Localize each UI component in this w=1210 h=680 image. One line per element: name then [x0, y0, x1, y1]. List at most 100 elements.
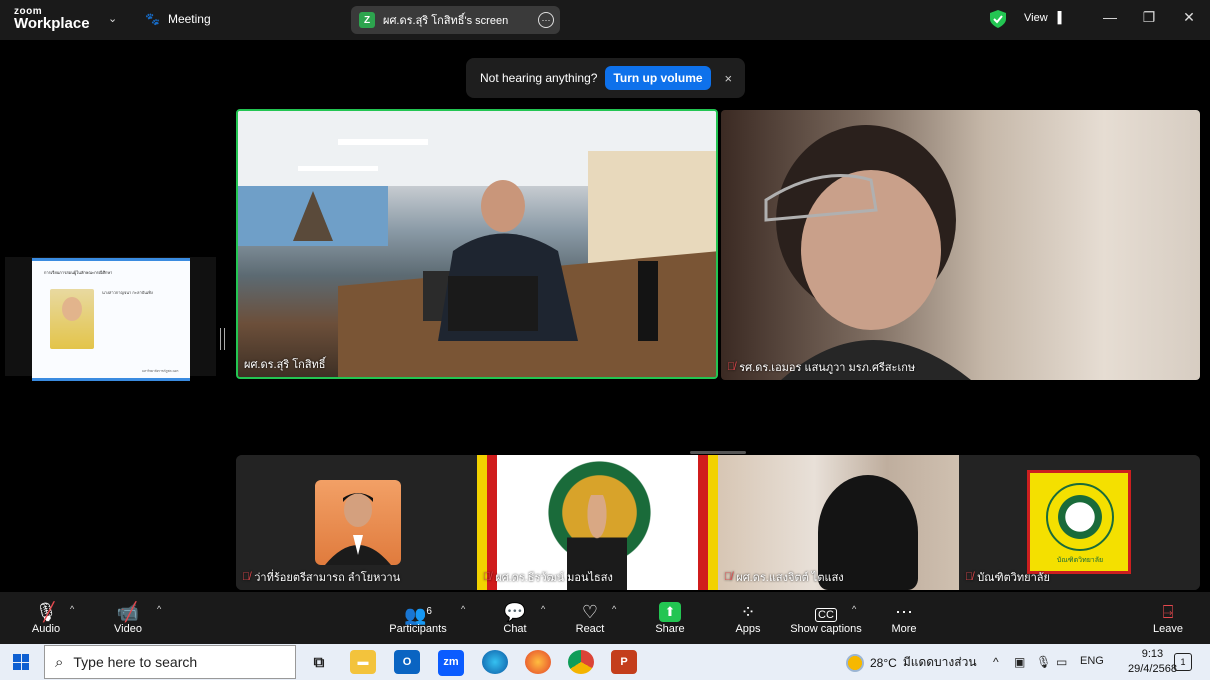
language-indicator[interactable]: ENG — [1080, 655, 1104, 667]
captions-icon: CC — [815, 601, 837, 623]
show-captions-button[interactable]: CC Show captions — [789, 592, 863, 644]
screen-share-label: ผศ.ดร.สุริ โกสิทธิ์'s screen — [383, 15, 509, 27]
video-off-icon: 📹╱ — [116, 602, 140, 622]
leave-icon: ⍈ — [1162, 602, 1174, 622]
notice-text: Not hearing anything? — [480, 71, 598, 85]
more-icon: ⋯ — [895, 602, 913, 622]
view-button[interactable]: View ▐ — [1024, 12, 1061, 24]
chat-options-caret[interactable]: ^ — [541, 604, 545, 614]
powerpoint-icon[interactable]: P — [611, 650, 637, 674]
minimize-icon[interactable]: — — [1100, 9, 1120, 25]
windows-start-icon[interactable] — [13, 654, 29, 670]
screen-share-pill[interactable]: Z ผศ.ดร.สุริ โกสิทธิ์'s screen ··· — [351, 6, 560, 34]
gallery-name-label: 🎙̸ ผศ.ดร.แสงจิตต์ ไตแสง — [724, 568, 844, 586]
react-label: React — [575, 623, 605, 635]
participants-label: Participants — [389, 623, 447, 635]
firefox-icon[interactable] — [525, 650, 551, 674]
gallery-name-text: บัณฑิตวิทยาลัย — [977, 572, 1050, 584]
gallery-strip: 🎙̸ ว่าที่ร้อยตรีสามารถ ลำโยหวาน 🎙̸ ผศ.ดร… — [236, 455, 1200, 590]
weather-temp: 28°C — [870, 655, 897, 670]
share-button[interactable]: ⬆ Share — [653, 592, 687, 644]
chevron-up-icon[interactable]: ^ — [993, 655, 999, 669]
graduate-school-logo: บัณฑิตวิทยาลัย — [1027, 470, 1131, 574]
search-icon: ⌕ — [55, 653, 64, 671]
windows-taskbar: ⌕ Type here to search ⧉ ▬ O zm P 28°C มี… — [0, 644, 1210, 680]
view-label: View — [1024, 12, 1048, 24]
more-options-icon[interactable]: ··· — [538, 12, 554, 28]
react-options-caret[interactable]: ^ — [612, 604, 616, 614]
gallery-tile[interactable]: 🎙̸ ผศ.ดร.ธีรวัฒน์ มอนไธสง — [477, 455, 718, 590]
more-label: More — [891, 623, 917, 635]
gallery-name-label: 🎙̸ ผศ.ดร.ธีรวัฒน์ มอนไธสง — [483, 568, 613, 586]
participants-button[interactable]: 👥6 Participants — [387, 592, 449, 644]
gallery-name-text: ผศ.ดร.แสงจิตต์ ไตแสง — [736, 572, 844, 584]
participant-name-label: 🎙̸ รศ.ดร.เอมอร แสนภูวา มรภ.ศรีสะเกษ — [727, 358, 915, 376]
participant-video-scene — [764, 125, 971, 380]
chat-button[interactable]: 💬 Chat — [500, 592, 530, 644]
microphone-icon[interactable]: 🎙 — [1036, 655, 1051, 669]
notification-icon[interactable]: 1 — [1174, 653, 1192, 671]
more-button[interactable]: ⋯ More — [889, 592, 919, 644]
close-notice-icon[interactable]: × — [725, 71, 733, 86]
mic-muted-icon: 🎙̸ — [727, 361, 736, 373]
resize-handle[interactable] — [220, 328, 225, 350]
audio-notice: Not hearing anything? Turn up volume × — [466, 58, 745, 98]
meeting-toolbar: 🎙╱ Audio ^ 📹╱ Video ^ 👥6 Participants ^ … — [0, 592, 1210, 644]
chevron-down-icon[interactable]: ⌄ — [108, 12, 117, 25]
captions-label: Show captions — [790, 623, 862, 635]
gallery-name-label: 🎙̸ ว่าที่ร้อยตรีสามารถ ลำโยหวาน — [242, 568, 400, 586]
video-tile-participant[interactable]: 🎙̸ รศ.ดร.เอมอร แสนภูวา มรภ.ศรีสะเกษ — [721, 110, 1200, 380]
mic-muted-icon: 🎙̸ — [242, 571, 251, 583]
react-button[interactable]: ♡ React — [574, 592, 606, 644]
weather-desc: มีแดดบางส่วน — [902, 655, 977, 669]
encryption-shield-icon[interactable] — [990, 10, 1006, 28]
avatar-illustration — [325, 493, 391, 565]
speaker-video-scene — [238, 111, 716, 377]
task-view-icon[interactable]: ⧉ — [306, 650, 332, 674]
video-options-caret[interactable]: ^ — [157, 604, 161, 614]
captions-options-caret[interactable]: ^ — [852, 604, 856, 614]
edge-icon[interactable] — [482, 650, 508, 674]
chat-label: Chat — [503, 623, 527, 635]
avatar-photo — [315, 480, 401, 565]
clock[interactable]: 9:13 29/4/2568 — [1128, 647, 1177, 677]
video-tile-active-speaker[interactable]: ผศ.ดร.สุริ โกสิทธิ์ — [236, 109, 718, 379]
weather-widget[interactable]: 28°C มีแดดบางส่วน — [846, 653, 977, 672]
logo-caption: บัณฑิตวิทยาลัย — [1056, 557, 1104, 564]
video-button[interactable]: 📹╱ Video — [110, 592, 146, 644]
apps-icon: ⁘ — [740, 602, 756, 622]
leave-button[interactable]: ⍈ Leave — [1150, 592, 1186, 644]
device-icon[interactable]: ▣ — [1014, 655, 1025, 669]
file-explorer-icon[interactable]: ▬ — [350, 650, 376, 674]
gallery-tile[interactable]: 🎙̸ ผศ.ดร.แสงจิตต์ ไตแสง — [718, 455, 959, 590]
mic-muted-icon: 🎙̸ — [965, 571, 974, 583]
turn-up-volume-button[interactable]: Turn up volume — [605, 66, 711, 90]
participants-options-caret[interactable]: ^ — [461, 604, 465, 614]
meeting-menu[interactable]: 🐾 Meeting — [145, 12, 211, 26]
slide-text: นางสาวกาญจนา กะลาบันเทิง — [102, 290, 153, 295]
speaker-name-label: ผศ.ดร.สุริ โกสิทธิ์ — [244, 359, 326, 371]
weather-sun-icon — [846, 653, 864, 672]
audio-button[interactable]: 🎙╱ Audio — [28, 592, 64, 644]
flag-stripe-right — [698, 455, 718, 590]
apps-button[interactable]: ⁘ Apps — [733, 592, 763, 644]
paw-icon: 🐾 — [145, 12, 160, 26]
chrome-icon[interactable] — [568, 650, 594, 674]
outlook-icon[interactable]: O — [394, 650, 420, 674]
view-layout-icon: ▐ — [1053, 12, 1062, 24]
zoom-app-icon[interactable]: zm — [438, 650, 464, 676]
restore-icon[interactable]: ❐ — [1139, 9, 1159, 26]
slide-title: การเรียนการสอนผู้ในลักษณะกรณีศึกษา — [44, 270, 113, 275]
search-placeholder: Type here to search — [73, 654, 198, 670]
slide-photo — [50, 289, 94, 349]
network-icon[interactable]: ▭ — [1056, 655, 1067, 669]
chat-icon: 💬 — [503, 602, 527, 622]
close-icon[interactable]: ✕ — [1179, 9, 1199, 26]
video-label: Video — [114, 623, 142, 635]
taskbar-search-box[interactable]: ⌕ Type here to search — [44, 645, 296, 679]
shared-screen-thumbnail[interactable]: การเรียนการสอนผู้ในลักษณะกรณีศึกษา นางสา… — [5, 257, 216, 381]
audio-options-caret[interactable]: ^ — [70, 604, 74, 614]
gallery-drag-handle[interactable] — [690, 451, 746, 454]
gallery-tile[interactable]: บัณฑิตวิทยาลัย 🎙̸ บัณฑิตวิทยาลัย — [959, 455, 1200, 590]
gallery-tile[interactable]: 🎙̸ ว่าที่ร้อยตรีสามารถ ลำโยหวาน — [236, 455, 477, 590]
